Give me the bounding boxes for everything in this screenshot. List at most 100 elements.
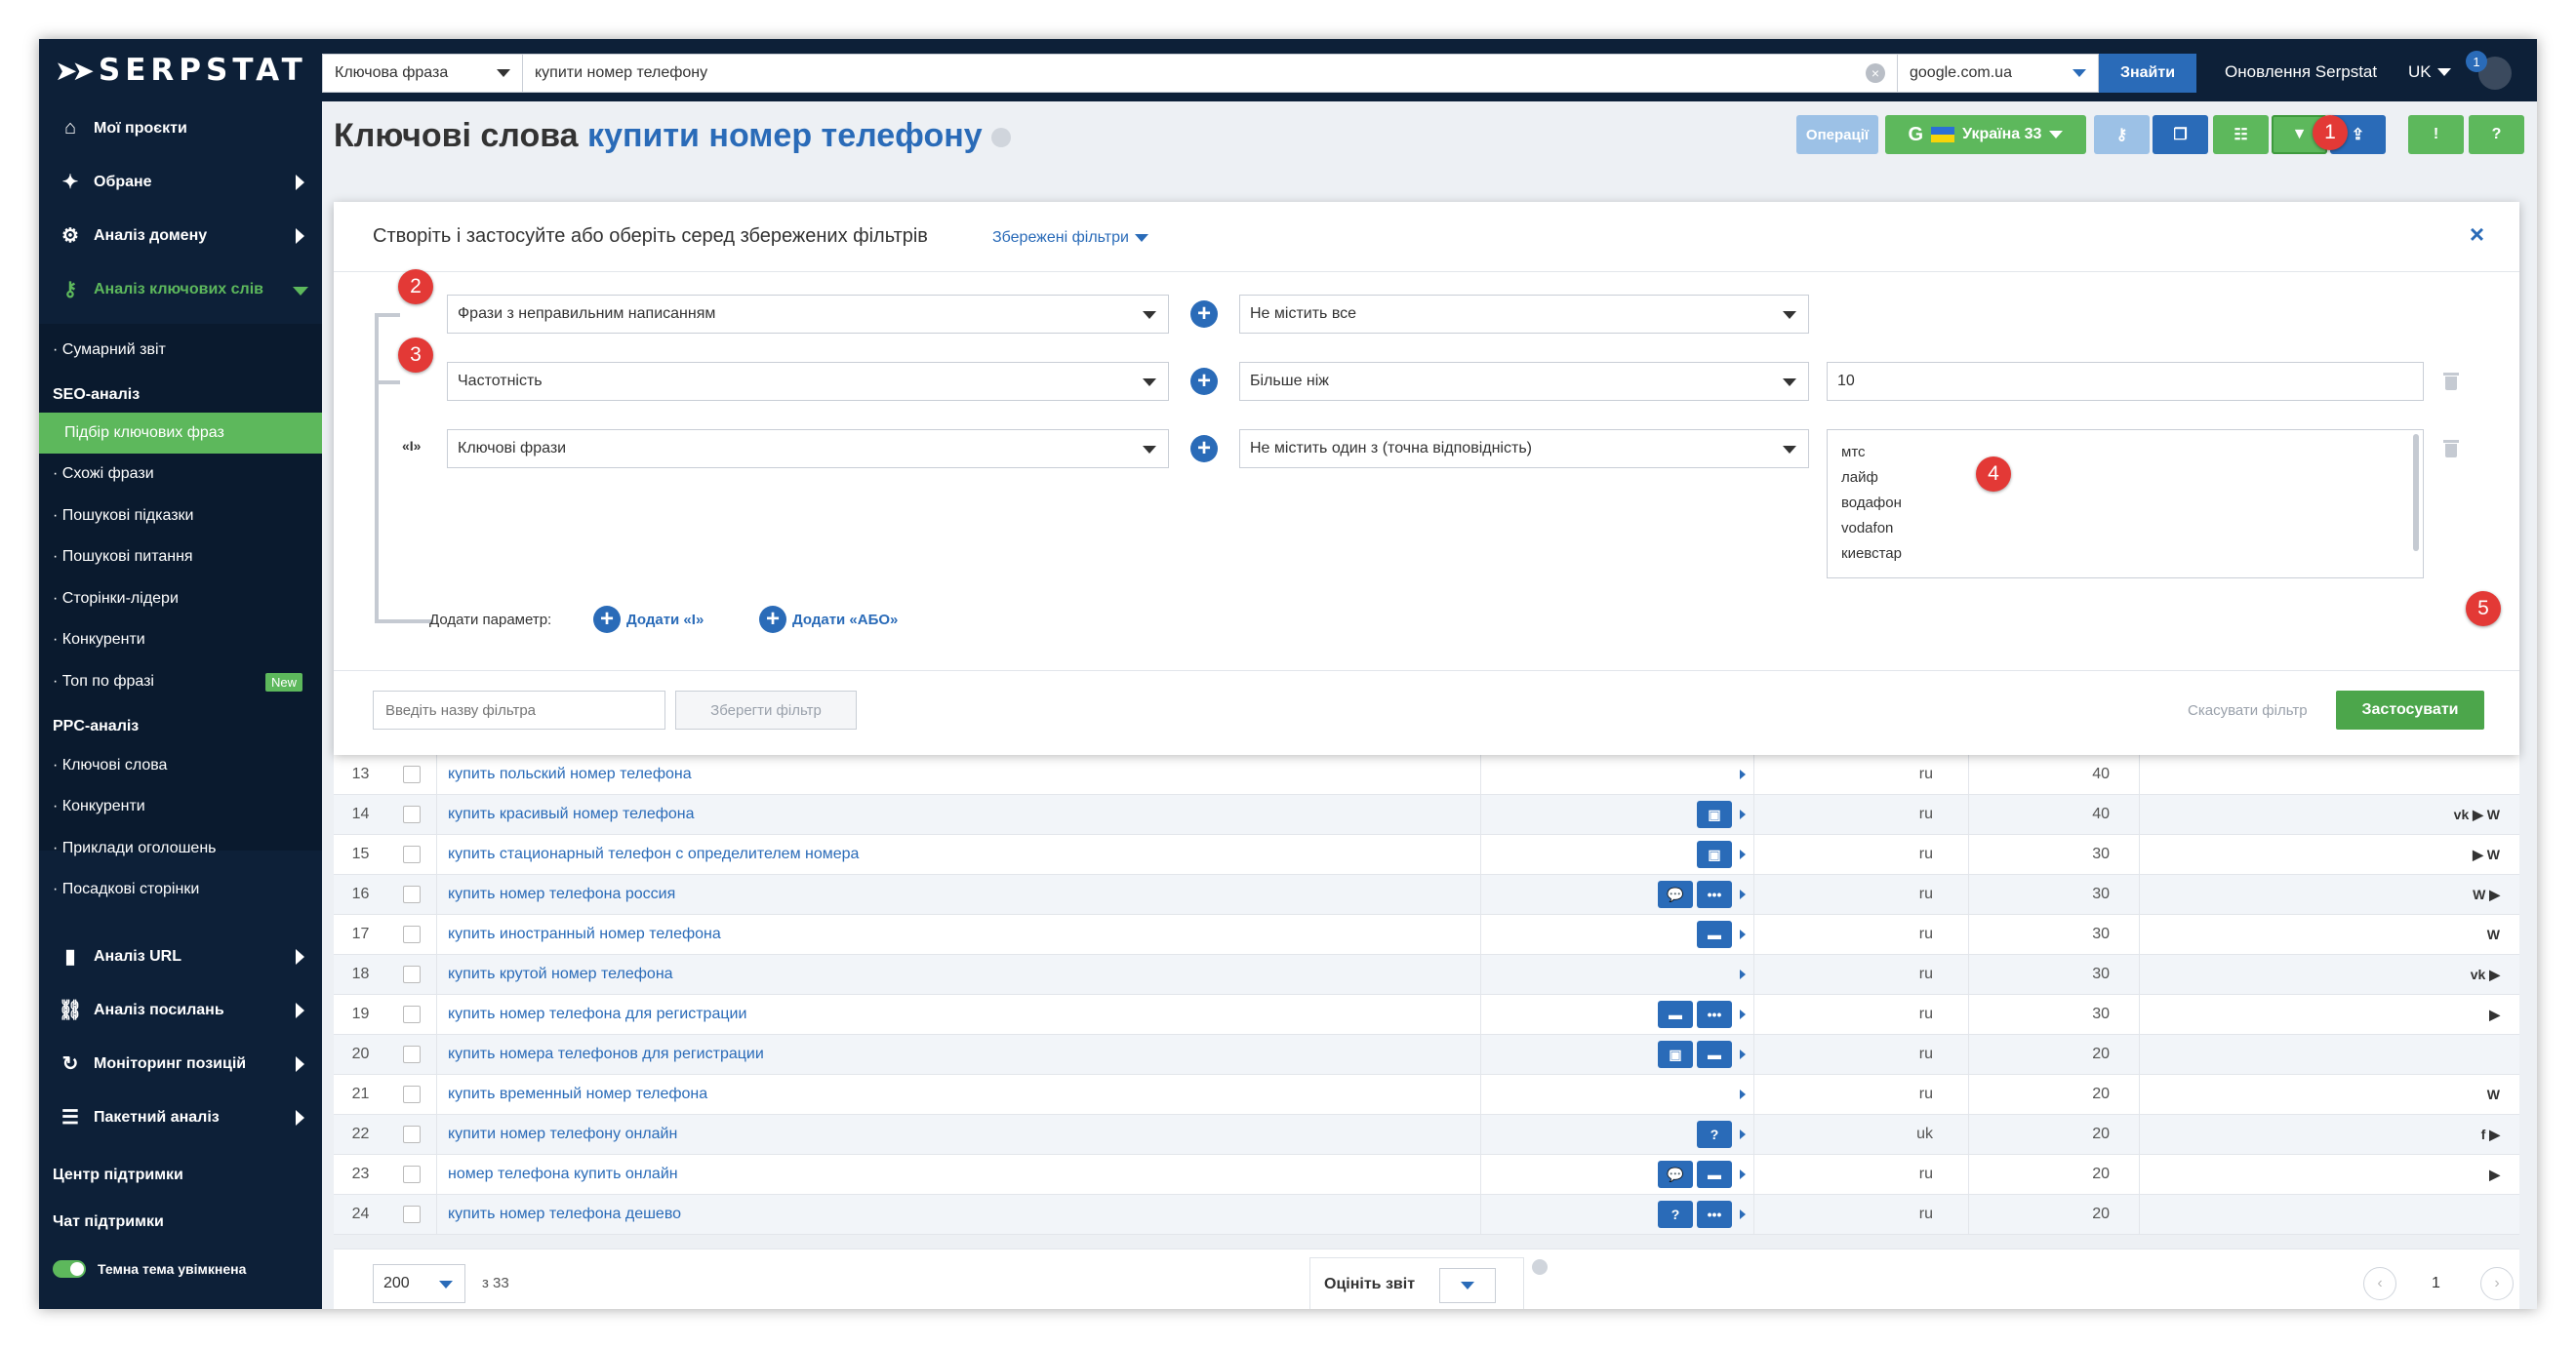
support-center-link[interactable]: Центр підтримки (53, 1167, 183, 1184)
keyword-link[interactable]: купить номера телефонов для регистрации (436, 1046, 1466, 1063)
keyword-link[interactable]: купить красивый номер телефона (436, 806, 1466, 823)
updates-link[interactable]: Оновлення Serpstat (2225, 62, 2377, 82)
current-page[interactable]: 1 (2432, 1275, 2440, 1292)
keyword-link[interactable]: купить номер телефона россия (436, 886, 1466, 903)
sidebar-sub-top-pages[interactable]: · Сторінки-лідери (39, 578, 322, 619)
sidebar-item-url-analysis[interactable]: ▮ Аналіз URL (39, 930, 322, 983)
sidebar-sub-ppc-keywords[interactable]: · Ключові слова (39, 745, 322, 786)
sidebar-sub-top-phrase[interactable]: · Топ по фразі New (39, 661, 322, 702)
expand-arrow-icon[interactable] (1740, 1130, 1746, 1139)
expand-arrow-icon[interactable] (1740, 930, 1746, 939)
search-input[interactable]: купити номер телефону × (522, 54, 1898, 93)
serpstat-logo[interactable]: ➤➤ SERPSTAT (55, 53, 307, 88)
sidebar-sub-landing-pages[interactable]: · Посадкові сторінки (39, 869, 322, 910)
feedback-button[interactable]: ! (2408, 115, 2464, 154)
keyword-link[interactable]: купить крутой номер телефона (436, 966, 1466, 983)
card-feature-icon[interactable]: ▬ (1697, 1161, 1732, 1188)
help-button[interactable]: ? (2469, 115, 2524, 154)
card-feature-icon[interactable]: ▬ (1697, 1041, 1732, 1068)
keyword-link[interactable]: купить номер телефона для регистрации (436, 1006, 1466, 1023)
img-feature-icon[interactable]: ▣ (1697, 841, 1732, 868)
keyword-link[interactable]: купить номер телефона дешево (436, 1206, 1466, 1223)
q-feature-icon[interactable]: ? (1697, 1121, 1732, 1148)
q-feature-icon[interactable]: ? (1658, 1201, 1693, 1228)
search-type-select[interactable]: Ключова фраза (322, 54, 523, 93)
trash-icon[interactable] (2443, 373, 2459, 390)
row-checkbox[interactable] (403, 1086, 421, 1103)
row-checkbox[interactable] (403, 1126, 421, 1143)
sidebar-item-domain-analysis[interactable]: ⚙ Аналіз домену (39, 209, 322, 262)
filter-condition-select-1[interactable]: Не містить все (1239, 295, 1809, 334)
keyword-link[interactable]: купити номер телефону онлайн (436, 1126, 1466, 1143)
sidebar-item-rank-tracking[interactable]: ↻ Моніторинг позицій (39, 1037, 322, 1090)
copy-button[interactable]: ❐ (2153, 115, 2208, 154)
expand-arrow-icon[interactable] (1740, 890, 1746, 899)
expand-arrow-icon[interactable] (1740, 850, 1746, 859)
key-button[interactable]: ⚷ (2094, 115, 2150, 154)
expand-arrow-icon[interactable] (1740, 970, 1746, 979)
sidebar-item-favorites[interactable]: ✦ Обране (39, 155, 322, 209)
region-select[interactable]: G Україна 33 (1885, 115, 2086, 154)
add-condition-button[interactable]: + (1190, 300, 1218, 328)
row-checkbox[interactable] (403, 846, 421, 863)
cancel-filter-button[interactable]: Скасувати фільтр (2188, 702, 2308, 719)
row-checkbox[interactable] (403, 1206, 421, 1223)
saved-filters-dropdown[interactable]: Збережені фільтри (992, 229, 1148, 247)
keyword-link[interactable]: номер телефона купить онлайн (436, 1166, 1466, 1183)
keyword-link[interactable]: купить иностранный номер телефона (436, 926, 1466, 943)
row-checkbox[interactable] (403, 1006, 421, 1023)
filter-name-input[interactable] (373, 691, 665, 730)
expand-arrow-icon[interactable] (1740, 1170, 1746, 1179)
row-checkbox[interactable] (403, 886, 421, 903)
img-feature-icon[interactable]: ▣ (1697, 801, 1732, 828)
info-icon[interactable] (991, 128, 1012, 148)
card-feature-icon[interactable]: ▬ (1697, 921, 1732, 948)
sidebar-sub-similar[interactable]: · Схожі фрази (39, 454, 322, 495)
row-checkbox[interactable] (403, 966, 421, 983)
filter-value-input-2[interactable]: 10 (1827, 362, 2424, 401)
expand-arrow-icon[interactable] (1740, 770, 1746, 779)
clear-search-icon[interactable]: × (1866, 63, 1885, 83)
sidebar-item-keyword-analysis[interactable]: ⚷ Аналіз ключових слів (39, 262, 322, 316)
row-checkbox[interactable] (403, 1046, 421, 1063)
expand-arrow-icon[interactable] (1740, 810, 1746, 819)
engine-select[interactable]: google.com.ua (1897, 54, 2099, 93)
dots-feature-icon[interactable]: ••• (1697, 1001, 1732, 1028)
expand-arrow-icon[interactable] (1740, 1209, 1746, 1219)
sidebar-item-link-analysis[interactable]: ⛓ Аналіз посилань (39, 983, 322, 1037)
sidebar-sub-questions[interactable]: · Пошукові питання (39, 536, 322, 577)
sidebar-sub-suggestions[interactable]: · Пошукові підказки (39, 496, 322, 536)
filter-param-select-1[interactable]: Фрази з неправильним написанням (447, 295, 1169, 334)
add-and-button[interactable]: + Додати «І» (593, 606, 704, 633)
expand-arrow-icon[interactable] (1740, 1010, 1746, 1019)
sidebar-sub-keyword-selection[interactable]: Підбір ключових фраз (39, 413, 322, 454)
next-page-button[interactable]: › (2480, 1267, 2514, 1300)
sidebar-sub-ppc-competitors[interactable]: · Конкуренти (39, 786, 322, 827)
keyword-link[interactable]: купить стационарный телефон с определите… (436, 846, 1466, 863)
textarea-scrollbar[interactable] (2413, 434, 2419, 551)
sidebar-item-batch-analysis[interactable]: ☰ Пакетний аналіз (39, 1090, 322, 1144)
info-icon[interactable] (1532, 1259, 1548, 1275)
expand-arrow-icon[interactable] (1740, 1090, 1746, 1099)
keyword-link[interactable]: купить польский номер телефона (436, 766, 1466, 783)
sidebar-sub-ad-examples[interactable]: · Приклади оголошень (39, 828, 322, 869)
apply-button[interactable]: Застосувати (2336, 691, 2484, 730)
row-checkbox[interactable] (403, 766, 421, 783)
toggle-switch[interactable] (53, 1260, 86, 1278)
dark-theme-toggle[interactable]: Темна тема увімкнена (53, 1260, 246, 1278)
trash-icon[interactable] (2443, 440, 2459, 457)
filter-values-textarea[interactable]: мтс лайф водафон vodafon киевстар (1827, 429, 2424, 578)
sidebar-sub-competitors[interactable]: · Конкуренти (39, 619, 322, 660)
filter-condition-select-2[interactable]: Більше ніж (1239, 362, 1809, 401)
row-checkbox[interactable] (403, 926, 421, 943)
row-checkbox[interactable] (403, 1166, 421, 1183)
search-button[interactable]: Знайти (2099, 54, 2196, 93)
save-filter-button[interactable]: Зберегти фільтр (675, 691, 857, 730)
sidebar-sub-summary[interactable]: · Сумарний звіт (39, 330, 322, 371)
keyword-link[interactable]: купить временный номер телефона (436, 1086, 1466, 1103)
rate-select[interactable] (1439, 1268, 1496, 1303)
dots-feature-icon[interactable]: ••• (1697, 881, 1732, 908)
language-select[interactable]: UK (2408, 62, 2451, 82)
close-icon[interactable]: × (2470, 219, 2484, 250)
columns-button[interactable]: ☷ (2213, 115, 2269, 154)
